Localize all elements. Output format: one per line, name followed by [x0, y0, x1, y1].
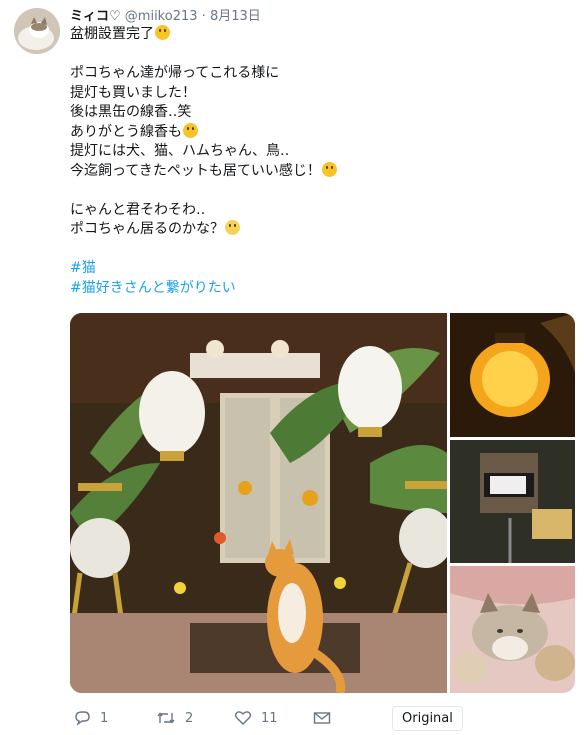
grin-emoji: [321, 161, 337, 177]
wink-emoji: [155, 25, 170, 40]
text-line: 今迄飼ってきたペットも居ていい感じ！: [70, 161, 570, 182]
text-line: ありがとう線香も: [70, 122, 570, 143]
text-line: 提灯も買いました！: [70, 84, 196, 101]
blush-emoji: [183, 122, 198, 138]
cat-avatar-image: [14, 8, 60, 54]
hashtag-link[interactable]: #猫好きさんと繋がりたい: [70, 280, 236, 296]
yellow-lantern-photo[interactable]: [450, 313, 575, 437]
reply-icon: [75, 711, 90, 726]
media-grid: [70, 313, 575, 693]
heart-icon: [234, 711, 252, 725]
like-count: 11: [261, 710, 278, 726]
tweet-text: 盆棚設置完了 ポコちゃん達が帰ってこれる様に 提灯も買いました！ 後は黒缶の線香…: [70, 25, 570, 298]
hashtag-line: #猫好きさんと繋がりたい: [70, 279, 570, 299]
display-name[interactable]: ミィコ♡: [70, 9, 121, 24]
like-button[interactable]: 11: [234, 710, 278, 726]
separator-dot: ·: [201, 9, 206, 24]
hashtag-line: #猫: [70, 259, 570, 279]
tweet-actions: 1 2 11 Original: [70, 706, 570, 731]
direct-message-button[interactable]: [313, 710, 331, 726]
text-line: 盆棚設置完了: [70, 25, 570, 45]
original-button[interactable]: Original: [392, 706, 463, 731]
eye-roll-emoji: [225, 220, 240, 235]
tweet-date[interactable]: 8月13日: [210, 9, 261, 24]
text-line: にゃんと君そわそわ‥: [70, 201, 206, 218]
reply-count: 1: [100, 710, 109, 726]
tweet-header: ミィコ♡ @miiko213 · 8月13日: [70, 5, 261, 24]
envelope-icon: [313, 712, 331, 724]
retweet-count: 2: [185, 710, 194, 726]
retweet-button[interactable]: 2: [156, 710, 193, 726]
text-line: ポコちゃん達が帰ってこれる様に: [70, 65, 280, 81]
avatar[interactable]: [14, 8, 60, 54]
retweet-icon: [157, 712, 175, 724]
text-line: 後は黒缶の線香‥笑: [70, 104, 192, 120]
reply-button[interactable]: 1: [74, 710, 108, 726]
incense-can-photo[interactable]: [450, 440, 575, 563]
text-line: 提灯には犬、猫、ハムちゃん、鳥‥: [70, 143, 290, 159]
text-line: ポコちゃん居るのかな？: [70, 220, 570, 240]
altar-with-lanterns-and-cat-photo[interactable]: [70, 313, 453, 693]
user-handle[interactable]: @miiko213: [125, 9, 198, 24]
hashtag-link[interactable]: #猫: [70, 260, 96, 276]
tabby-cat-photo[interactable]: [450, 566, 575, 693]
